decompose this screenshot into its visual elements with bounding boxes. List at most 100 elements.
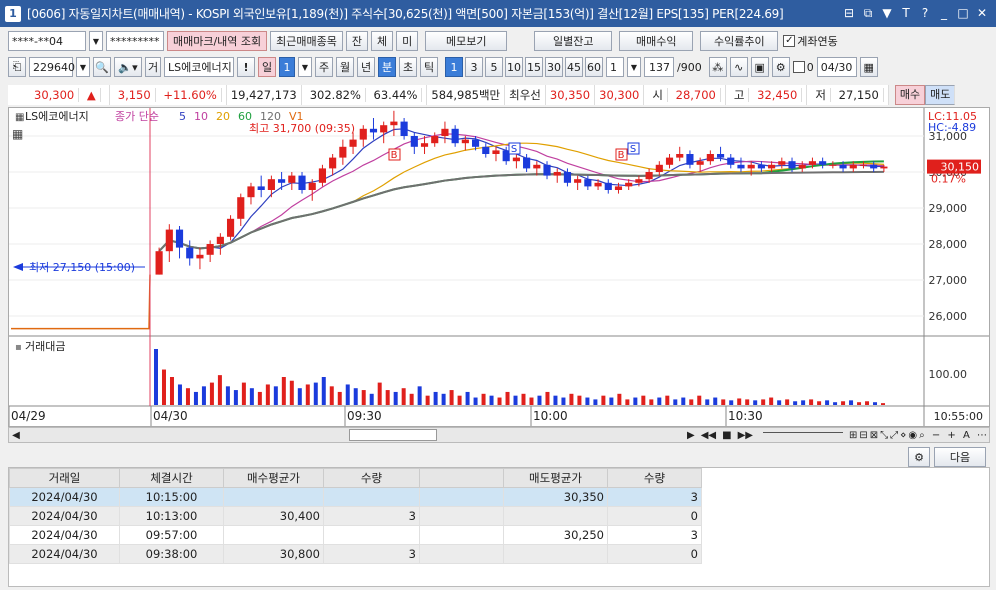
price-chart[interactable]: 31,00030,00029,00028,00027,00026,00004/2… — [8, 107, 990, 427]
column-header[interactable] — [419, 468, 504, 488]
account-dropdown-icon[interactable]: ▼ — [89, 31, 103, 51]
window-control-4[interactable]: ? — [919, 6, 931, 21]
period-day-value[interactable]: 1 — [279, 57, 295, 77]
column-header[interactable]: 체결시간 — [119, 468, 224, 488]
table-cell: 10:15:00 — [119, 487, 224, 507]
draw-icon[interactable]: ∿ — [729, 57, 748, 77]
stock-icon[interactable]: ⎗ — [8, 57, 26, 77]
tab-unexecuted[interactable]: 미 — [396, 31, 419, 51]
date-field[interactable]: 04/30 — [816, 57, 857, 77]
grid-settings-icon[interactable]: ⚙ — [908, 447, 930, 467]
alert-icon[interactable]: ! — [237, 57, 255, 77]
window-control-5[interactable]: _ — [938, 6, 950, 21]
tab-executed[interactable]: 체 — [371, 31, 394, 51]
table-row[interactable]: 2024/04/30 10:15:00 30,350 3 — [9, 487, 702, 507]
password-field[interactable]: ********* — [106, 31, 164, 51]
candle-body — [247, 186, 255, 198]
tab-recent-stocks[interactable]: 최근매매종목 — [270, 31, 343, 51]
count-field[interactable]: 137 — [644, 57, 674, 77]
period-week[interactable]: 주 — [315, 57, 333, 77]
nav-button-3[interactable]: ▶▶ — [738, 430, 753, 441]
save-icon[interactable]: ▣ — [750, 57, 769, 77]
volume-bar — [345, 384, 350, 405]
checkbox-icon[interactable]: ✓ — [783, 35, 796, 47]
period-second[interactable]: 초 — [399, 57, 417, 77]
stock-code-field[interactable]: 229640 — [29, 57, 75, 77]
zero-checkbox[interactable]: 0 — [792, 61, 814, 74]
settings-icon[interactable]: ⚙ — [771, 57, 790, 77]
interval-3[interactable]: 3 — [465, 57, 483, 77]
checkbox-empty-icon[interactable] — [792, 61, 805, 73]
candle-body — [768, 164, 776, 169]
interval-45[interactable]: 45 — [565, 57, 583, 77]
period-day[interactable]: 일 — [258, 57, 276, 77]
trade-profit-button[interactable]: 매매수익 — [619, 31, 694, 51]
search-icon[interactable]: 🔍 — [93, 57, 111, 77]
period-month[interactable]: 월 — [336, 57, 354, 77]
memo-button[interactable]: 메모보기 — [425, 31, 508, 51]
column-header[interactable]: 매도평균가 — [503, 468, 608, 488]
table-cell: 2024/04/30 — [9, 525, 120, 545]
table-row[interactable]: 2024/04/30 09:57:00 30,250 3 — [9, 525, 702, 545]
window-control-2[interactable]: ▼ — [881, 6, 893, 21]
window-control-6[interactable]: □ — [957, 6, 969, 21]
account-field[interactable]: ****-**04 — [8, 31, 86, 51]
interval-10[interactable]: 10 — [505, 57, 523, 77]
nav-button-0[interactable]: ▶ — [687, 430, 695, 441]
table-row[interactable]: 2024/04/30 10:13:00 30,400 3 0 — [9, 506, 702, 526]
stock-name-field[interactable]: LS에코에너지 — [164, 57, 234, 77]
column-header[interactable]: 매수평균가 — [223, 468, 324, 488]
chart-scrollbar[interactable]: ◀ ▶ ◀◀ ■ ▶▶ ⊞⊟⊠⤡⤢⋄◉⌕ − + A ⋯ — [8, 427, 990, 443]
return-trend-button[interactable]: 수익률추이 — [700, 31, 779, 51]
interval-1[interactable]: 1 — [445, 57, 463, 77]
period-minute[interactable]: 분 — [378, 57, 396, 77]
ask-price: 30,350 — [545, 85, 596, 105]
window-control-0[interactable]: ⊟ — [843, 6, 855, 21]
calendar-icon[interactable]: ▦ — [859, 57, 878, 77]
day-dropdown-icon[interactable]: ▼ — [298, 57, 312, 77]
interval-5[interactable]: 5 — [485, 57, 503, 77]
column-header[interactable]: 수량 — [323, 468, 420, 488]
column-header[interactable]: 거래일 — [9, 468, 120, 488]
nav-button-1[interactable]: ◀◀ — [701, 430, 716, 441]
scroll-thumb[interactable] — [349, 429, 437, 441]
interval-60[interactable]: 60 — [585, 57, 603, 77]
sound-icon[interactable]: 🔈▾ — [114, 57, 142, 77]
volume-bar — [545, 391, 550, 405]
candle-body — [461, 139, 469, 144]
interval-15[interactable]: 15 — [525, 57, 543, 77]
code-dropdown-icon[interactable]: ▼ — [76, 57, 90, 77]
period-tick[interactable]: 틱 — [420, 57, 438, 77]
buy-button[interactable]: 매수 — [894, 85, 926, 105]
go-icon[interactable]: 거 — [145, 57, 161, 77]
chart-svg[interactable]: 31,00030,00029,00028,00027,00026,00004/2… — [8, 108, 989, 426]
daily-balance-button[interactable]: 일별잔고 — [534, 31, 613, 51]
linked-checkbox[interactable]: ✓ 계좌연동 — [783, 33, 838, 49]
linked-label: 계좌연동 — [797, 35, 838, 48]
tab-trade-mark[interactable]: 매매마크/내역 조회 — [167, 31, 268, 51]
candle-body — [308, 182, 316, 190]
interval-dropdown-icon[interactable]: ▼ — [627, 57, 641, 77]
tab-balance[interactable]: 잔 — [345, 31, 369, 51]
table-cell — [503, 506, 608, 526]
column-header[interactable]: 수량 — [607, 468, 702, 488]
candle-body — [512, 157, 520, 162]
window-control-1[interactable]: ⧉ — [862, 6, 874, 21]
zoom-slider[interactable] — [762, 432, 843, 438]
scroll-left-icon[interactable]: ◀ — [9, 430, 23, 441]
window-control-7[interactable]: ✕ — [976, 6, 988, 21]
indicator-icon[interactable]: ⁂ — [708, 57, 727, 77]
interval-value[interactable]: 1 — [606, 57, 624, 77]
chart-tools-icon[interactable]: ⊞⊟⊠⤡⤢⋄◉⌕ − + A ⋯ — [849, 430, 989, 441]
window-control-3[interactable]: T — [900, 6, 912, 21]
nav-button-2[interactable]: ■ — [722, 430, 731, 441]
toolbar-account: ****-**04 ▼ ********* 매매마크/내역 조회 최근매매종목 … — [0, 31, 996, 51]
volume-bar — [417, 386, 422, 405]
interval-30[interactable]: 30 — [545, 57, 563, 77]
table-row[interactable]: 2024/04/30 09:38:00 30,800 3 0 — [9, 544, 702, 564]
vol-bullet-icon: ▪ — [15, 342, 22, 353]
sell-button[interactable]: 매도 — [925, 85, 956, 105]
volume-bar — [465, 391, 470, 405]
period-year[interactable]: 년 — [357, 57, 375, 77]
next-button[interactable]: 다음 — [934, 447, 986, 467]
